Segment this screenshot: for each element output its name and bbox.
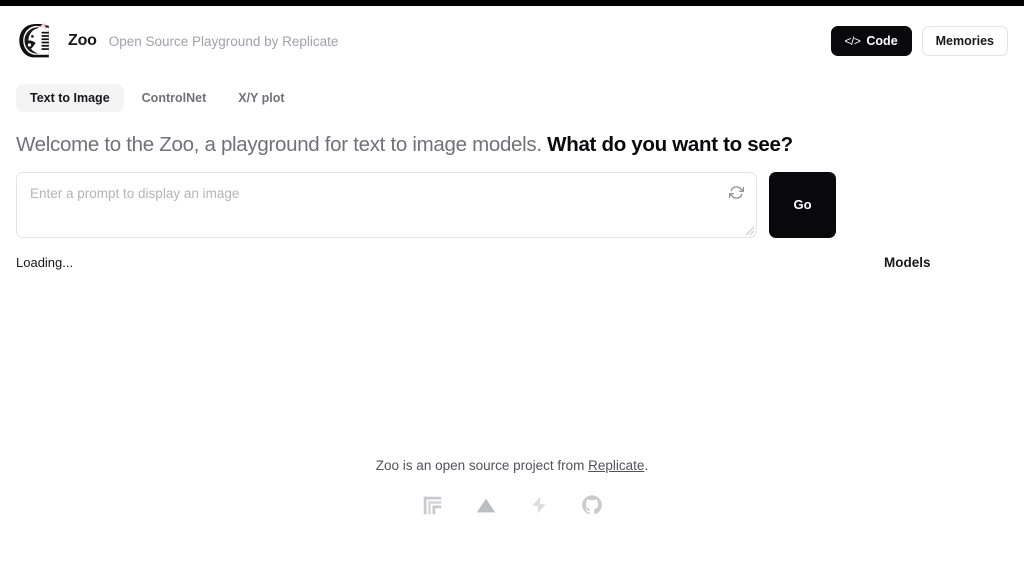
tab-xy-plot[interactable]: X/Y plot bbox=[224, 84, 298, 112]
headline-lead: Welcome to the Zoo, a playground for tex… bbox=[16, 133, 542, 156]
refresh-shuffle-icon bbox=[728, 186, 744, 199]
github-logo-icon bbox=[581, 495, 602, 515]
code-button-label: Code bbox=[866, 34, 898, 48]
tab-text-to-image[interactable]: Text to Image bbox=[16, 84, 124, 112]
status-text: Loading... bbox=[16, 254, 74, 270]
zebra-head-logo-icon bbox=[19, 23, 49, 58]
brand-tagline: Open Source Playground by Replicate bbox=[108, 33, 339, 49]
tab-text-to-image-label: Text to Image bbox=[30, 91, 110, 105]
tab-xy-plot-label: X/Y plot bbox=[238, 91, 285, 105]
replicate-link[interactable]: Replicate bbox=[588, 458, 644, 473]
memories-button-label: Memories bbox=[935, 34, 994, 48]
code-button[interactable]: </> Code bbox=[830, 26, 912, 56]
prompt-row: Go bbox=[16, 171, 1008, 238]
supabase-link[interactable] bbox=[527, 493, 551, 517]
prompt-field-wrapper bbox=[16, 171, 757, 238]
site-header: Zoo Open Source Playground by Replicate … bbox=[16, 6, 1008, 68]
supabase-bolt-icon bbox=[531, 496, 546, 514]
brand[interactable]: Zoo Open Source Playground by Replicate bbox=[16, 20, 338, 62]
shuffle-prompt-button[interactable] bbox=[725, 182, 747, 204]
tab-controlnet[interactable]: ControlNet bbox=[128, 84, 221, 112]
vercel-triangle-icon bbox=[476, 498, 495, 513]
header-actions: </> Code Memories bbox=[830, 26, 1008, 56]
headline-emphasis: What do you want to see? bbox=[547, 133, 793, 156]
footer-text-before: Zoo is an open source project from bbox=[375, 458, 589, 473]
models-panel-title: Models bbox=[884, 255, 931, 270]
brand-name: Zoo bbox=[68, 32, 97, 49]
code-brackets-icon: </> bbox=[844, 34, 861, 48]
site-footer: Zoo is an open source project from Repli… bbox=[0, 458, 1024, 517]
replicate-logo-icon bbox=[423, 496, 442, 514]
models-panel: Models bbox=[884, 255, 1014, 270]
footer-text-after: . bbox=[644, 458, 649, 473]
memories-button[interactable]: Memories bbox=[921, 26, 1008, 56]
github-link[interactable] bbox=[580, 493, 604, 517]
replicate-logo-link[interactable] bbox=[421, 493, 445, 517]
vercel-link[interactable] bbox=[474, 493, 498, 517]
tab-controlnet-label: ControlNet bbox=[141, 91, 207, 105]
page-title: Welcome to the Zoo, a playground for tex… bbox=[16, 132, 1008, 158]
footer-text: Zoo is an open source project from Repli… bbox=[0, 458, 1024, 473]
footer-icon-row bbox=[0, 493, 1024, 517]
page-root: Zoo Open Source Playground by Replicate … bbox=[0, 6, 1024, 576]
go-button[interactable]: Go bbox=[769, 171, 836, 238]
mode-tabs: Text to Image ControlNet X/Y plot bbox=[16, 84, 1008, 112]
prompt-input[interactable] bbox=[16, 171, 757, 238]
